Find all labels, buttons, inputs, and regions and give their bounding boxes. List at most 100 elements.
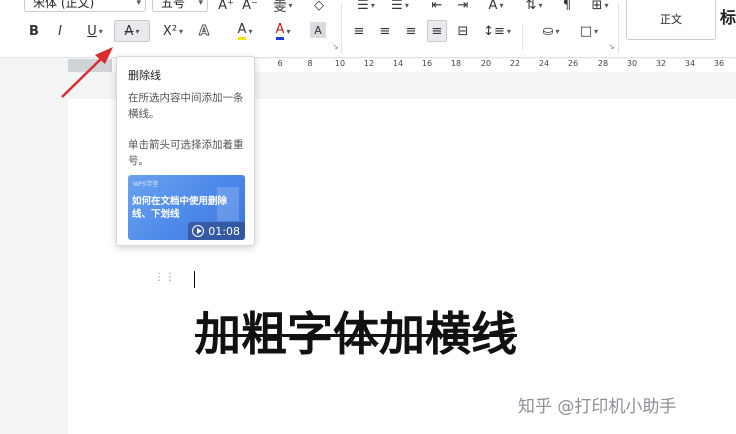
chevron-down-icon: ▾ [288, 0, 293, 10]
watermark: 知乎 @打印机小助手 [518, 397, 677, 417]
align-left-button[interactable]: ≡ [350, 20, 368, 42]
ribbon-toolbar: 宋体 (正文) ▾ 五号 ▾ A⁺ A⁻ 雯 ▾ ◇ B I U ▾ A ▾ X² ▾ … [0, 0, 736, 58]
font-name-select[interactable]: 宋体 (正文) ▾ [24, 0, 146, 12]
paragraph-mark-icon: ¶ [562, 0, 572, 13]
outdent-icon: ⇤ [431, 0, 443, 13]
clear-format-button[interactable]: ◇ [308, 0, 330, 16]
change-case-button[interactable]: A ▾ [482, 0, 510, 16]
tutorial-video-thumbnail[interactable]: WPS学堂 如何在文档中使用删除线、下划线 01:08 [128, 175, 245, 240]
numbering-button[interactable]: ☰ ▾ [386, 0, 414, 16]
chevron-down-icon: ▾ [594, 26, 599, 36]
distributed-button[interactable]: ⊟ [454, 20, 472, 42]
font-color-button[interactable]: A ▾ [268, 20, 298, 42]
italic-icon: I [58, 23, 62, 39]
ruler-tick: 16 [421, 59, 433, 68]
chevron-down-icon: ▾ [555, 26, 560, 36]
chevron-down-icon: ▾ [404, 0, 409, 10]
ruler-tick: 34 [684, 59, 696, 68]
bold-icon: B [29, 23, 39, 39]
align-center-icon: ≡ [379, 23, 391, 39]
ruler-tick: 36 [713, 59, 725, 68]
chevron-down-icon: ▾ [286, 26, 291, 36]
increase-indent-button[interactable]: ⇥ [454, 0, 472, 16]
superscript-button[interactable]: X² ▾ [158, 20, 188, 42]
chevron-down-icon: ▾ [604, 0, 609, 10]
strikethrough-icon: A [124, 23, 134, 39]
highlight-button[interactable]: A ▾ [230, 20, 260, 42]
ruler-tick: 22 [509, 59, 521, 68]
grow-font-icon: A⁺ [218, 0, 234, 13]
bold-button[interactable]: B [26, 20, 42, 42]
ribbon-separator [618, 4, 619, 54]
ribbon-separator [341, 4, 342, 54]
indent-icon: ⇥ [457, 0, 469, 13]
ruler-tick: 12 [363, 59, 375, 68]
ruler-tick: 20 [480, 59, 492, 68]
decrease-indent-button[interactable]: ⇤ [428, 0, 446, 16]
more-para-button[interactable]: ⊞ ▾ [586, 0, 614, 16]
numbered-list-icon: ☰ [391, 0, 403, 13]
video-duration: 01:08 [208, 224, 240, 238]
ruler-tick: 14 [392, 59, 404, 68]
underline-button[interactable]: U ▾ [79, 20, 111, 42]
chevron-down-icon: ▾ [136, 0, 141, 8]
shading-button[interactable]: ⛀ ▾ [536, 20, 566, 42]
text-effect-icon: A [198, 23, 210, 39]
strikethrough-button[interactable]: A ▾ [114, 20, 150, 42]
underline-icon: U [87, 23, 97, 39]
font-color-icon: A [275, 22, 285, 40]
font-size-select[interactable]: 五号 ▾ [152, 0, 208, 12]
video-brand: WPS学堂 [133, 181, 159, 188]
char-shading-button[interactable]: A [310, 22, 326, 38]
text-effect-button[interactable]: A [194, 20, 214, 42]
ruler-tick: 30 [626, 59, 638, 68]
chevron-down-icon: ▾ [179, 26, 184, 36]
align-right-button[interactable]: ≡ [402, 20, 420, 42]
chevron-down-icon: ▾ [370, 0, 375, 10]
phonetic-guide-button[interactable]: 雯 ▾ [268, 0, 298, 16]
align-center-button[interactable]: ≡ [376, 20, 394, 42]
video-title: 如何在文档中使用删除线、下划线 [132, 196, 228, 220]
justify-button[interactable]: ≡ [427, 20, 447, 42]
paragraph-dialog-launcher-icon[interactable]: ↘ [608, 42, 615, 51]
bullets-button[interactable]: ☰ ▾ [352, 0, 380, 16]
video-duration-badge: 01:08 [188, 222, 245, 240]
chevron-down-icon: ▾ [538, 0, 543, 10]
italic-button[interactable]: I [52, 20, 68, 42]
ruler-tick: 24 [538, 59, 550, 68]
show-marks-button[interactable]: ¶ [558, 0, 576, 16]
ribbon-separator [522, 24, 523, 50]
chevron-down-icon: ▾ [98, 26, 103, 36]
chevron-down-icon: ▾ [506, 26, 511, 36]
bullet-list-icon: ☰ [357, 0, 369, 13]
ruler-tick: 28 [597, 59, 609, 68]
chevron-down-icon: ▾ [499, 0, 504, 10]
ruler-tick: 10 [334, 59, 346, 68]
distributed-align-icon: ⊟ [457, 23, 469, 39]
char-shading-icon: A [314, 23, 322, 37]
sort-button[interactable]: ⇅ ▾ [520, 0, 548, 16]
style-heading[interactable]: 标 [720, 4, 736, 28]
ruler-tick: 18 [450, 59, 462, 68]
borders-button[interactable]: □ ▾ [574, 20, 604, 42]
document-body-text[interactable]: 加粗字体加横线 [195, 298, 517, 364]
style-normal[interactable]: 正文 [626, 0, 716, 40]
line-spacing-button[interactable]: ↕≡ ▾ [482, 20, 512, 42]
tooltip-hint: 单击箭头可选择添加着重号。 [128, 139, 244, 167]
style-normal-label: 正文 [660, 13, 682, 26]
shrink-font-button[interactable]: A⁻ [240, 0, 260, 16]
ruler-tick: 8 [307, 59, 313, 68]
grow-font-button[interactable]: A⁺ [216, 0, 236, 16]
change-case-icon: A [488, 0, 498, 13]
font-dialog-launcher-icon[interactable]: ↘ [332, 42, 339, 51]
ruler-tick: 32 [655, 59, 667, 68]
border-icon: □ [579, 23, 593, 39]
drag-handle-icon[interactable]: ⋮⋮ [154, 272, 176, 283]
style-heading-label: 标 [720, 8, 736, 27]
font-size-value: 五号 [161, 0, 186, 10]
paint-bucket-icon: ⛀ [542, 23, 554, 39]
justify-icon: ≡ [431, 23, 443, 39]
phonetic-icon: 雯 [273, 0, 287, 15]
grid-icon: ⊞ [591, 0, 603, 13]
highlighter-icon: A [237, 22, 247, 40]
